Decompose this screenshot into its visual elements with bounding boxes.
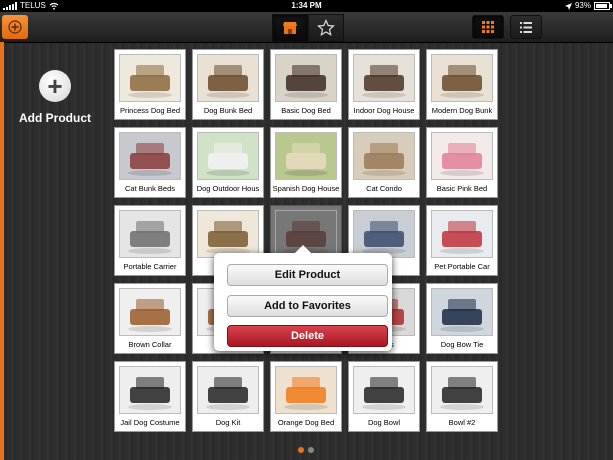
product-label: Dog Kit — [215, 418, 241, 427]
section-switcher — [272, 14, 344, 42]
product-label: Dog Bunk Bed — [203, 106, 253, 115]
orange-bed-icon — [275, 366, 337, 414]
product-tile[interactable]: Brown Collar — [114, 283, 186, 354]
product-tile[interactable]: Pet Portable Car — [426, 205, 498, 276]
edit-product-button[interactable]: Edit Product — [227, 264, 388, 286]
product-tile[interactable]: Basic Dog Bed — [270, 49, 342, 120]
location-icon — [564, 2, 572, 10]
backpack-icon — [353, 210, 415, 258]
carrier-icon — [119, 210, 181, 258]
context-menu: Edit Product Add to Favorites Delete — [214, 245, 392, 351]
clock: 1:34 PM — [291, 1, 322, 10]
grid-view-button[interactable] — [472, 15, 504, 39]
product-label: Portable Carrier — [123, 262, 177, 271]
page-indicator — [298, 447, 314, 453]
page-dot[interactable] — [298, 447, 304, 453]
product-label: Princess Dog Bed — [119, 106, 181, 115]
add-button[interactable] — [2, 15, 28, 39]
tab-store[interactable] — [272, 14, 308, 42]
star-icon — [317, 19, 335, 37]
car-carrier-icon — [431, 210, 493, 258]
product-tile[interactable]: Dog Bunk Bed — [192, 49, 264, 120]
product-tile[interactable]: Cat Bunk Beds — [114, 127, 186, 198]
product-tile[interactable]: Dog Outdoor Hous — [192, 127, 264, 198]
product-tile[interactable]: Dog Kit — [192, 361, 264, 432]
product-tile[interactable]: Orange Dog Bed — [270, 361, 342, 432]
plus-icon: + — [39, 70, 71, 102]
product-tile[interactable]: Spanish Dog House — [270, 127, 342, 198]
product-tile[interactable]: Jail Dog Costume — [114, 361, 186, 432]
bowl-icon — [353, 366, 415, 414]
product-tile[interactable]: Cat Condo — [348, 127, 420, 198]
spanish-house-icon — [275, 132, 337, 180]
list-icon — [520, 21, 532, 33]
product-label: Cat Bunk Beds — [124, 184, 176, 193]
product-label: Dog Bow Tie — [440, 340, 484, 349]
product-label: Brown Collar — [128, 340, 172, 349]
product-label: Basic Dog Bed — [281, 106, 331, 115]
product-label: Jail Dog Costume — [120, 418, 180, 427]
status-bar: TELUS 1:34 PM 93% — [0, 0, 613, 12]
product-label: Dog Outdoor Hous — [196, 184, 260, 193]
dog-bed-icon — [275, 54, 337, 102]
product-label: Pet Portable Car — [434, 262, 490, 271]
collar-icon — [119, 288, 181, 336]
cat-condo-icon — [353, 132, 415, 180]
product-label: Bowl #2 — [448, 418, 476, 427]
cat-bunk-icon — [119, 132, 181, 180]
grid-icon — [482, 21, 494, 33]
product-label: Dog Bowl — [367, 418, 401, 427]
product-tile[interactable]: Dog Bow Tie — [426, 283, 498, 354]
dog-house-icon — [353, 54, 415, 102]
page-dot[interactable] — [308, 447, 314, 453]
add-product-label: Add Product — [19, 111, 91, 125]
add-to-favorites-button[interactable]: Add to Favorites — [227, 295, 388, 317]
product-tile[interactable]: Bowl #2 — [426, 361, 498, 432]
bowl-icon — [431, 366, 493, 414]
add-product-button[interactable]: + Add Product — [10, 70, 100, 125]
battery-percent: 93% — [574, 1, 591, 10]
product-tile[interactable]: Indoor Dog House — [348, 49, 420, 120]
product-label: Orange Dog Bed — [277, 418, 335, 427]
popover-arrow — [294, 245, 312, 254]
product-tile[interactable]: Princess Dog Bed — [114, 49, 186, 120]
bed-frame-icon — [119, 54, 181, 102]
bag-icon — [197, 210, 259, 258]
product-label: Modern Dog Bunk — [431, 106, 493, 115]
product-tile[interactable]: Dog Bowl — [348, 361, 420, 432]
plus-circle-icon — [8, 20, 22, 34]
product-label: Spanish Dog House — [272, 184, 340, 193]
list-view-button[interactable] — [510, 15, 542, 39]
product-tile[interactable]: Basic Pink Bed — [426, 127, 498, 198]
store-icon — [283, 22, 297, 34]
outdoor-house-icon — [197, 132, 259, 180]
product-label: Basic Pink Bed — [436, 184, 488, 193]
pink-bed-icon — [431, 132, 493, 180]
kit-icon — [197, 366, 259, 414]
product-label: Cat Condo — [366, 184, 402, 193]
product-label: Indoor Dog House — [353, 106, 415, 115]
product-tile[interactable]: Modern Dog Bunk — [426, 49, 498, 120]
bunk-bed-icon — [431, 54, 493, 102]
costume-icon — [119, 366, 181, 414]
bow-tie-icon — [431, 288, 493, 336]
battery-icon — [594, 2, 612, 10]
sidebar-edge — [0, 42, 4, 460]
delete-button[interactable]: Delete — [227, 325, 388, 347]
top-toolbar — [0, 12, 613, 43]
bunk-bed-icon — [197, 54, 259, 102]
tab-favorites[interactable] — [308, 14, 344, 42]
product-tile[interactable]: Portable Carrier — [114, 205, 186, 276]
